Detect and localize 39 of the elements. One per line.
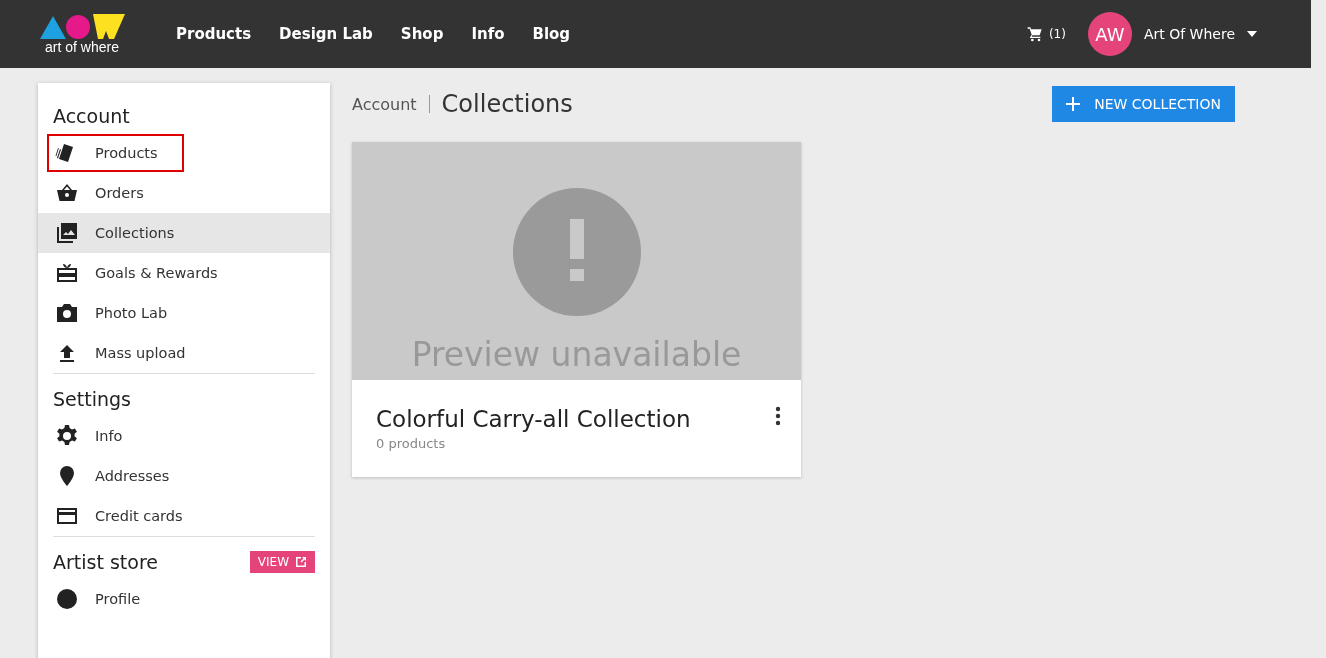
- sidebar-item[interactable]: Credit cards: [38, 496, 330, 536]
- section-title: Account: [53, 105, 130, 127]
- sidebar-item[interactable]: Goals & Rewards: [38, 253, 330, 293]
- product-count: 0 products: [376, 436, 447, 451]
- gear-icon: [55, 424, 79, 448]
- logo-text: art of where: [45, 39, 119, 55]
- external-link-icon: [295, 556, 307, 568]
- logo-icon[interactable]: [38, 13, 126, 39]
- nav-link[interactable]: Design Lab: [265, 25, 387, 43]
- section-title: Settings: [53, 388, 131, 410]
- gift-icon: [55, 261, 79, 285]
- cart-icon[interactable]: [1026, 26, 1043, 42]
- sidebar-item[interactable]: Photo Lab: [38, 293, 330, 333]
- plus-icon: [1066, 97, 1081, 111]
- photos-icon: [55, 221, 79, 245]
- sidebar-item[interactable]: Orders: [38, 173, 330, 213]
- cart-count: (1): [1048, 27, 1066, 41]
- new-collection-button[interactable]: NEW COLLECTION: [1052, 86, 1235, 122]
- camera-icon: [55, 301, 79, 325]
- sidebar-item[interactable]: Products: [38, 133, 330, 173]
- page-title: Collections: [441, 90, 573, 118]
- nav-link[interactable]: Blog: [518, 25, 585, 43]
- sidebar-item[interactable]: Info: [38, 416, 330, 456]
- nav-link[interactable]: Shop: [386, 25, 458, 43]
- alert-icon: [511, 187, 642, 317]
- sidebar-item[interactable]: Profile: [38, 579, 330, 619]
- nav-link[interactable]: Info: [457, 25, 519, 43]
- avatar[interactable]: AW: [1087, 12, 1132, 56]
- sidebar-item[interactable]: Addresses: [38, 456, 330, 496]
- more-menu-icon[interactable]: [775, 406, 781, 428]
- nav-link[interactable]: Products: [162, 25, 266, 43]
- sidebar-item[interactable]: Collections: [38, 213, 330, 253]
- section-title: Artist store: [53, 551, 158, 573]
- user-name[interactable]: Art Of Where: [1143, 26, 1235, 42]
- breadcrumb-link[interactable]: Account: [352, 94, 417, 114]
- sidebar-item[interactable]: Mass upload: [38, 333, 330, 373]
- caret-icon[interactable]: [1247, 31, 1257, 37]
- collection-name: Colorful Carry-all Collection: [376, 406, 691, 432]
- view-button[interactable]: VIEW: [249, 551, 315, 573]
